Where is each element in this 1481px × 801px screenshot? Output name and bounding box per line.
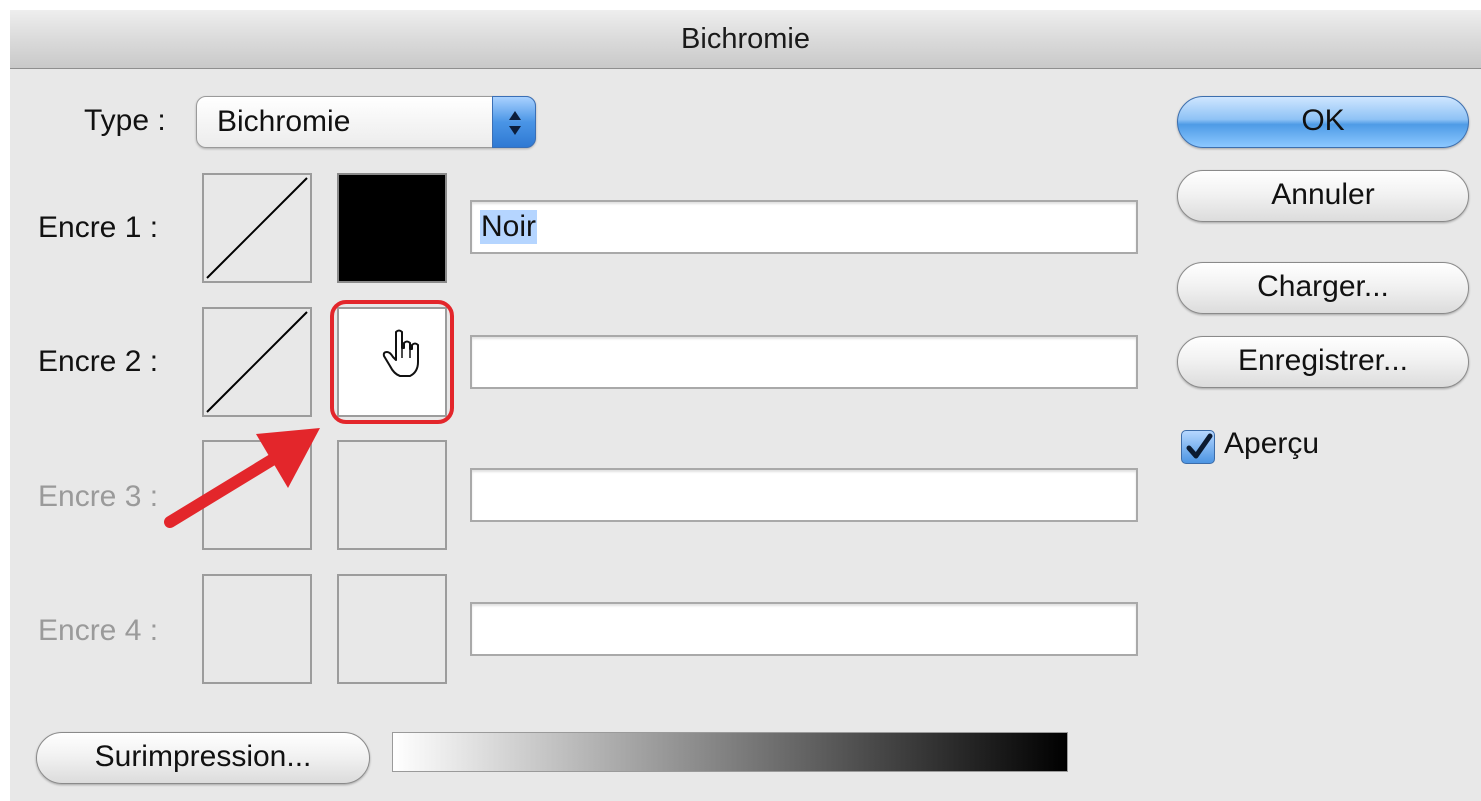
type-select-value: Bichromie — [217, 105, 351, 138]
preview-checkbox[interactable] — [1181, 430, 1215, 464]
curve-icon — [206, 311, 308, 413]
ink-1-label: Encre 1 : — [38, 211, 159, 244]
ok-button[interactable]: OK — [1177, 96, 1469, 148]
ink-1-name-field[interactable]: Noir — [470, 200, 1138, 254]
cancel-button[interactable]: Annuler — [1177, 170, 1469, 222]
checkmark-icon — [1186, 433, 1213, 459]
select-arrows-icon — [492, 96, 536, 148]
hand-cursor-icon — [382, 329, 419, 377]
ink-4-label: Encre 4 : — [38, 614, 159, 647]
gradient-bar — [392, 732, 1068, 772]
ink-3-name-field — [470, 468, 1138, 522]
ink-4-curve-button — [202, 574, 312, 684]
ink-4-name-field — [470, 602, 1138, 656]
ink-1-color-swatch[interactable] — [337, 173, 447, 283]
ink-4-color-swatch — [337, 574, 447, 684]
curve-icon — [206, 177, 308, 279]
preview-label: Aperçu — [1224, 427, 1320, 460]
window-title: Bichromie — [10, 10, 1481, 69]
save-button[interactable]: Enregistrer... — [1177, 336, 1469, 388]
ink-3-color-swatch — [337, 440, 447, 550]
ink-2-label: Encre 2 : — [38, 345, 159, 378]
duotone-dialog: Bichromie Type : Bichromie Encre 1 : Noi… — [10, 10, 1481, 801]
load-button[interactable]: Charger... — [1177, 262, 1469, 314]
ink-1-name-value: Noir — [480, 210, 538, 244]
ink-2-curve-button[interactable] — [202, 307, 312, 417]
type-label: Type : — [84, 104, 166, 137]
ink-2-name-field[interactable] — [470, 335, 1138, 389]
overprint-button[interactable]: Surimpression... — [36, 732, 370, 784]
ink-1-curve-button[interactable] — [202, 173, 312, 283]
red-arrow-icon — [164, 428, 320, 528]
ink-3-label: Encre 3 : — [38, 480, 159, 513]
type-select[interactable]: Bichromie — [196, 96, 536, 148]
